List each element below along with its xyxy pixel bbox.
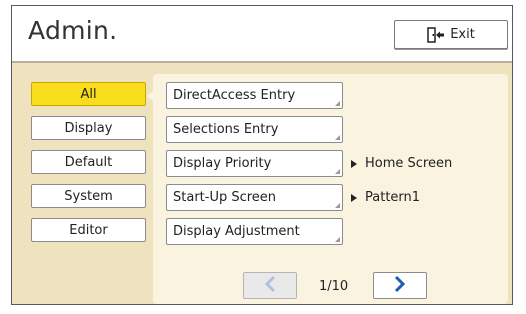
content-area: All Display Default System Editor Direct… bbox=[12, 63, 512, 304]
exit-button[interactable]: Exit bbox=[394, 20, 508, 49]
setting-value-text: Home Screen bbox=[365, 156, 453, 171]
category-tab-label: Display bbox=[64, 120, 113, 136]
setting-start-up-screen[interactable]: Start-Up Screen bbox=[166, 184, 343, 211]
exit-label: Exit bbox=[450, 27, 475, 42]
page-title: Admin. bbox=[28, 16, 118, 45]
category-tab-label: Default bbox=[64, 154, 113, 170]
category-tab-system[interactable]: System bbox=[31, 184, 146, 208]
setting-value: Home Screen bbox=[351, 156, 452, 171]
category-tab-label: Editor bbox=[69, 222, 108, 238]
category-tab-default[interactable]: Default bbox=[31, 150, 146, 174]
setting-value-text: Pattern1 bbox=[365, 190, 421, 205]
setting-value: Pattern1 bbox=[351, 190, 420, 205]
triangle-right-icon bbox=[351, 193, 357, 202]
setting-label: Display Priority bbox=[173, 156, 272, 171]
category-tab-editor[interactable]: Editor bbox=[31, 218, 146, 242]
exit-door-icon bbox=[427, 26, 445, 43]
admin-screen: Admin. Exit All Display Default System E… bbox=[11, 5, 513, 305]
setting-display-adjustment[interactable]: Display Adjustment bbox=[166, 218, 343, 245]
next-page-button[interactable] bbox=[373, 272, 427, 299]
page-indicator: 1/10 bbox=[319, 279, 349, 294]
previous-page-button[interactable] bbox=[243, 272, 297, 299]
header-bar: Admin. Exit bbox=[12, 6, 512, 63]
settings-panel: DirectAccess Entry Selections Entry Disp… bbox=[153, 74, 508, 304]
setting-label: Selections Entry bbox=[173, 122, 279, 137]
setting-label: Display Adjustment bbox=[173, 224, 300, 239]
chevron-right-icon bbox=[393, 275, 407, 297]
setting-directaccess-entry[interactable]: DirectAccess Entry bbox=[166, 82, 343, 109]
category-tab-display[interactable]: Display bbox=[31, 116, 146, 140]
setting-selections-entry[interactable]: Selections Entry bbox=[166, 116, 343, 143]
category-tab-label: All bbox=[80, 86, 97, 102]
category-tab-label: System bbox=[64, 188, 113, 204]
setting-label: DirectAccess Entry bbox=[173, 88, 296, 103]
setting-display-priority[interactable]: Display Priority bbox=[166, 150, 343, 177]
chevron-left-icon bbox=[263, 275, 277, 297]
setting-label: Start-Up Screen bbox=[173, 190, 277, 205]
triangle-right-icon bbox=[351, 159, 357, 168]
category-tab-all[interactable]: All bbox=[31, 82, 146, 106]
